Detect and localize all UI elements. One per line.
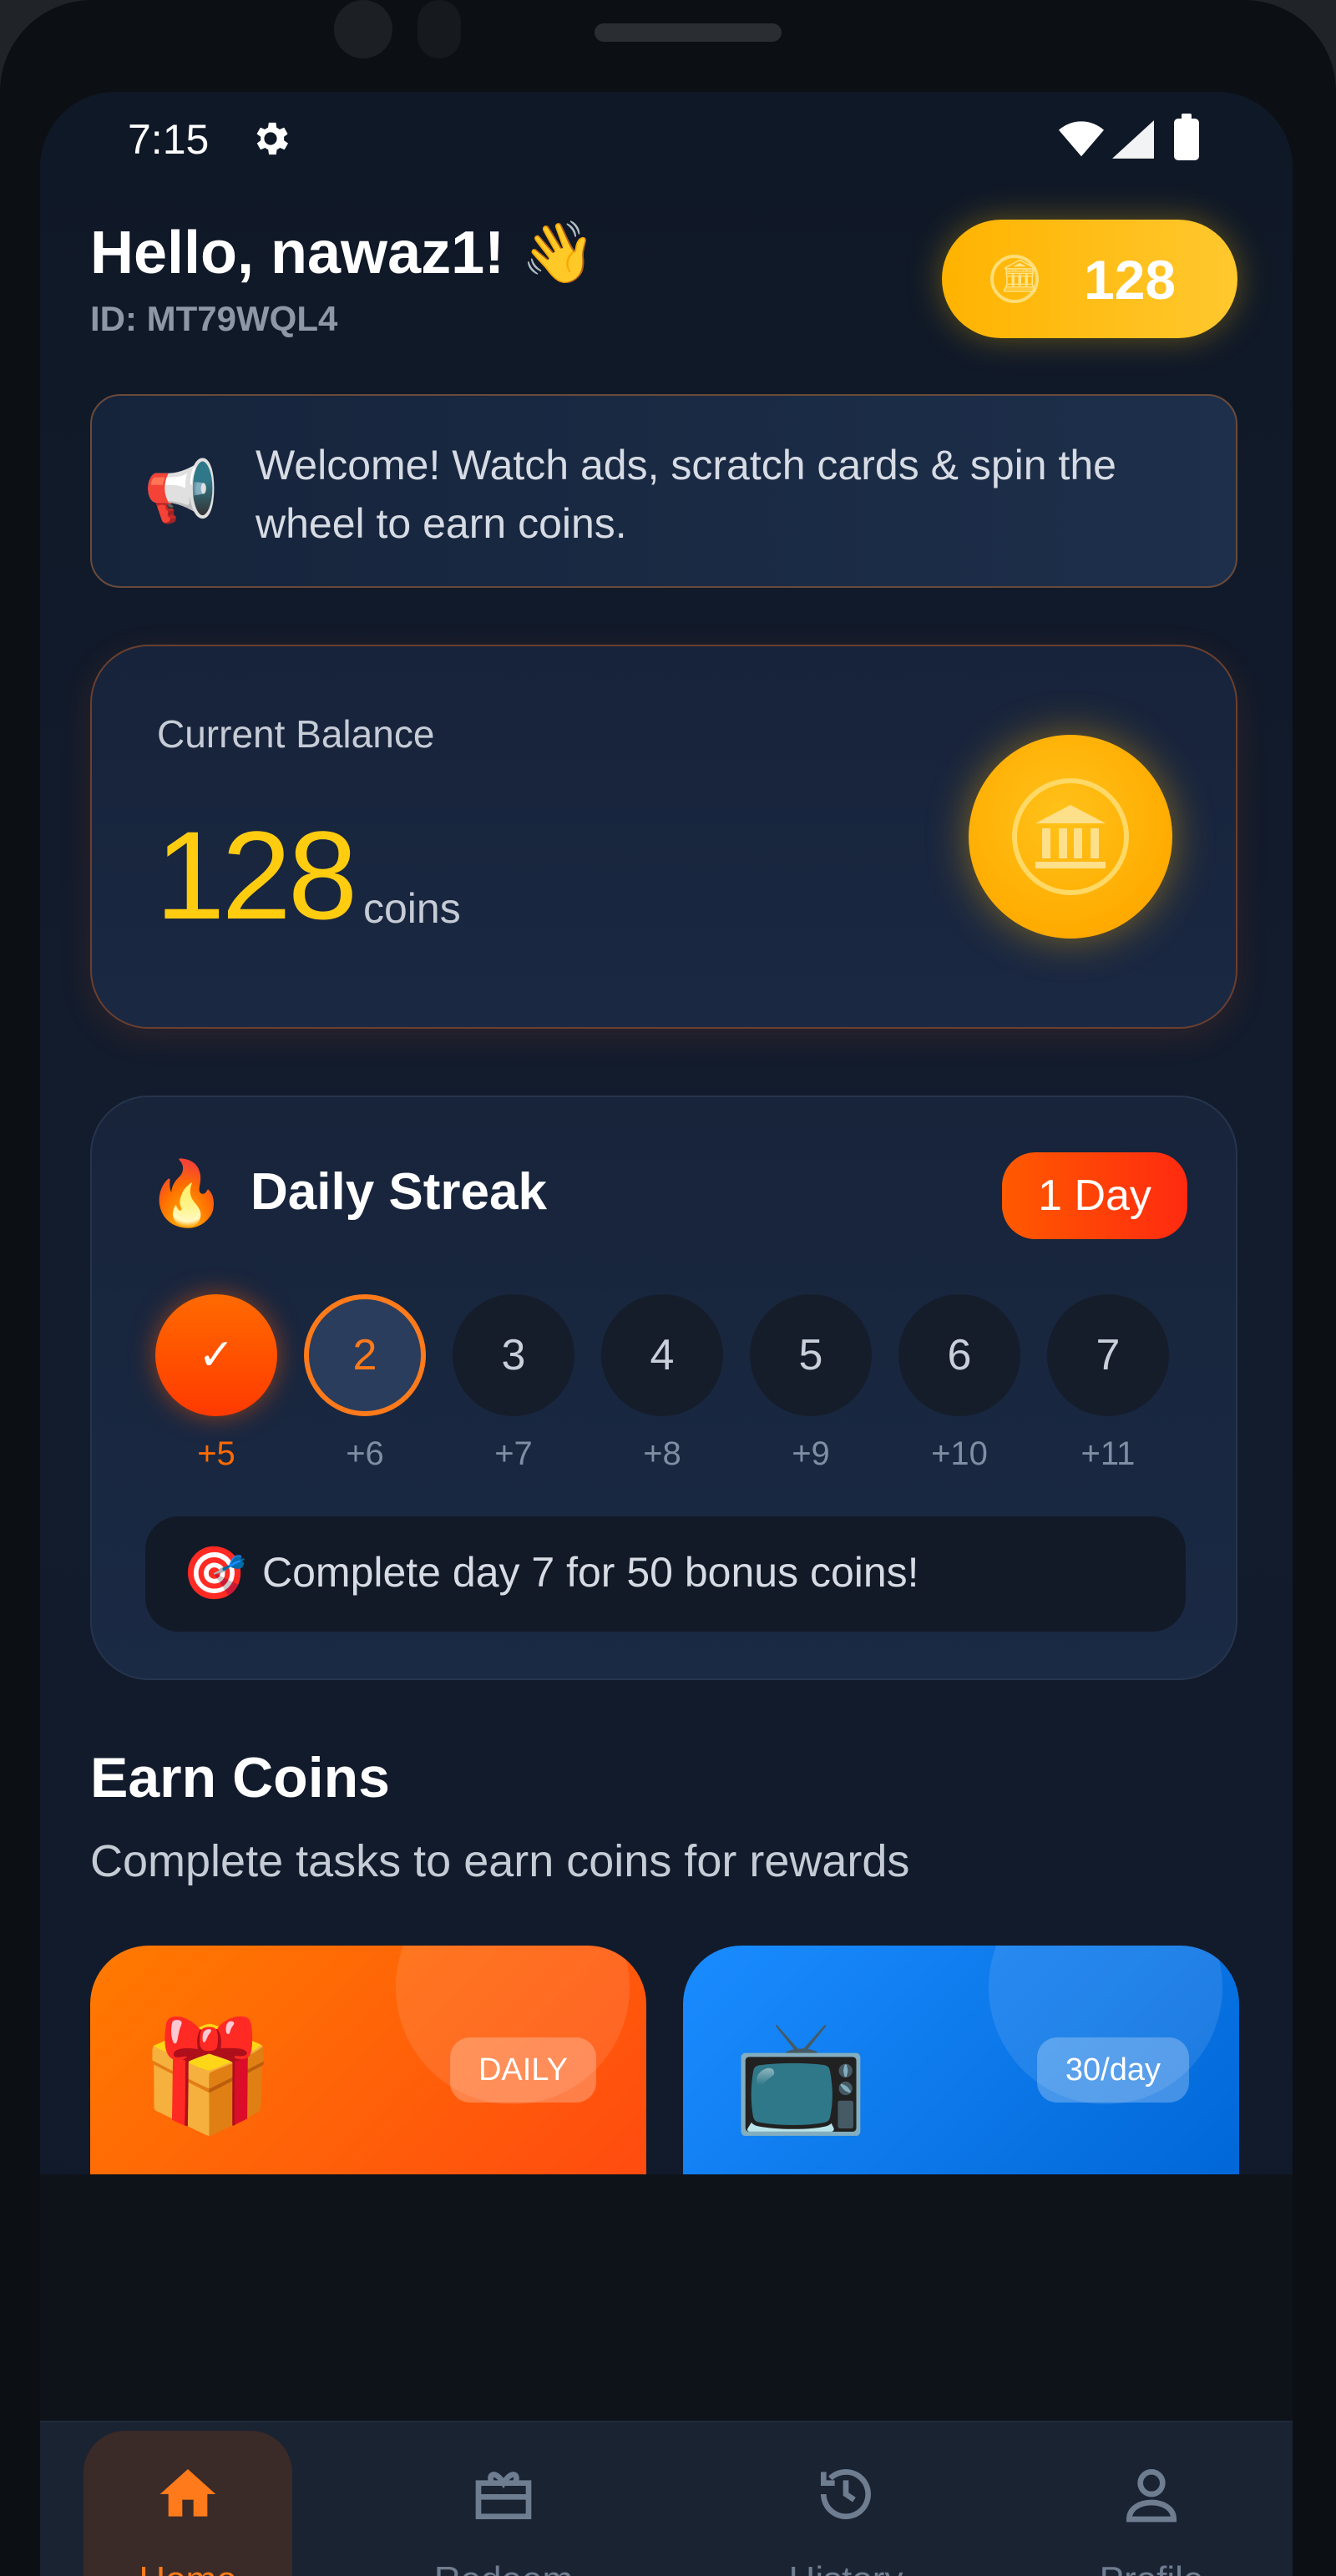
task-tag: DAILY	[449, 2037, 596, 2103]
daily-streak-card: 🔥 Daily Streak 1 Day ✓ 2 3 4 5 6 7 +5 +6…	[90, 1096, 1237, 1680]
streak-title: Daily Streak	[250, 1163, 547, 1221]
balance-unit: coins	[363, 885, 461, 932]
balance-value: 128	[155, 805, 357, 945]
coin-icon	[969, 735, 1172, 939]
wifi-icon	[1059, 121, 1104, 157]
streak-day-4[interactable]: 4	[601, 1294, 723, 1416]
streak-day-badge: 1 Day	[1002, 1152, 1187, 1239]
coin-balance-value: 128	[1084, 249, 1177, 311]
coin-icon: 🏛	[990, 255, 1040, 303]
nav-label: Profile	[1047, 2559, 1256, 2576]
streak-reward: +7	[494, 1435, 533, 1472]
streak-day-7[interactable]: 7	[1047, 1294, 1169, 1416]
streak-goal-text: Complete day 7 for 50 bonus coins!	[262, 1549, 919, 1596]
streak-day-1[interactable]: ✓	[155, 1294, 277, 1416]
streak-day-2[interactable]: 2	[304, 1294, 426, 1416]
welcome-banner: 📢 Welcome! Watch ads, scratch cards & sp…	[90, 394, 1237, 588]
gift-icon: 🎁	[140, 2015, 276, 2137]
user-id: ID: MT79WQL4	[90, 299, 338, 338]
gear-icon	[256, 122, 289, 155]
signal-icon	[1112, 120, 1154, 159]
target-icon: 🎯	[182, 1545, 247, 1602]
home-icon	[159, 2469, 216, 2517]
content-bottom-area	[40, 2174, 1293, 2421]
sensor	[418, 0, 461, 58]
bank-icon	[1035, 805, 1106, 868]
streak-day-6[interactable]: 6	[898, 1294, 1020, 1416]
status-time: 7:15	[128, 116, 210, 163]
streak-reward: +9	[792, 1435, 830, 1472]
streak-goal-banner: 🎯 Complete day 7 for 50 bonus coins!	[145, 1516, 1186, 1632]
history-icon	[821, 2469, 871, 2520]
megaphone-icon: 📢	[144, 458, 219, 525]
coin-balance-pill[interactable]: 🏛 128	[942, 220, 1237, 338]
greeting-title: Hello, nawaz1! 👋	[90, 220, 596, 286]
nav-home[interactable]: Home	[84, 2431, 292, 2576]
front-camera	[334, 0, 392, 58]
earn-coins-title: Earn Coins	[90, 1746, 390, 1809]
streak-reward: +11	[1080, 1435, 1136, 1472]
streak-reward: +8	[643, 1435, 681, 1472]
watch-ads-card[interactable]: 📺 30/day	[683, 1946, 1239, 2196]
battery-icon	[1174, 114, 1199, 160]
daily-reward-card[interactable]: 🎁 DAILY	[90, 1946, 646, 2196]
tv-icon: 📺	[733, 2015, 868, 2137]
nav-label: Home	[84, 2559, 292, 2576]
nav-label: History	[741, 2559, 950, 2576]
welcome-text: Welcome! Watch ads, scratch cards & spin…	[256, 442, 1116, 547]
phone-frame: 7:15 Hello, nawaz1! 👋 ID: MT79WQL4 🏛 128…	[0, 0, 1336, 2576]
profile-icon	[1126, 2469, 1177, 2523]
earpiece-speaker	[595, 23, 782, 42]
nav-redeem[interactable]: Redeem	[399, 2431, 608, 2576]
streak-reward: +10	[931, 1435, 988, 1472]
balance-label: Current Balance	[157, 712, 435, 756]
balance-card: Current Balance 128 coins	[90, 645, 1237, 1029]
status-bar: 7:15	[40, 92, 1293, 200]
nav-history[interactable]: History	[741, 2431, 950, 2576]
streak-day-3[interactable]: 3	[453, 1294, 574, 1416]
nav-label: Redeem	[399, 2559, 608, 2576]
streak-reward: +5	[197, 1435, 235, 1472]
nav-profile[interactable]: Profile	[1047, 2431, 1256, 2576]
streak-day-5[interactable]: 5	[750, 1294, 872, 1416]
bottom-navigation: Home Redeem History Profile	[40, 2421, 1293, 2576]
streak-reward: +6	[346, 1435, 384, 1472]
fire-icon: 🔥	[147, 1158, 226, 1229]
app-screen: 7:15 Hello, nawaz1! 👋 ID: MT79WQL4 🏛 128…	[40, 92, 1293, 2576]
earn-coins-subtitle: Complete tasks to earn coins for rewards	[90, 1836, 910, 1886]
task-tag: 30/day	[1036, 2037, 1189, 2103]
gift-card-icon	[475, 2472, 532, 2519]
